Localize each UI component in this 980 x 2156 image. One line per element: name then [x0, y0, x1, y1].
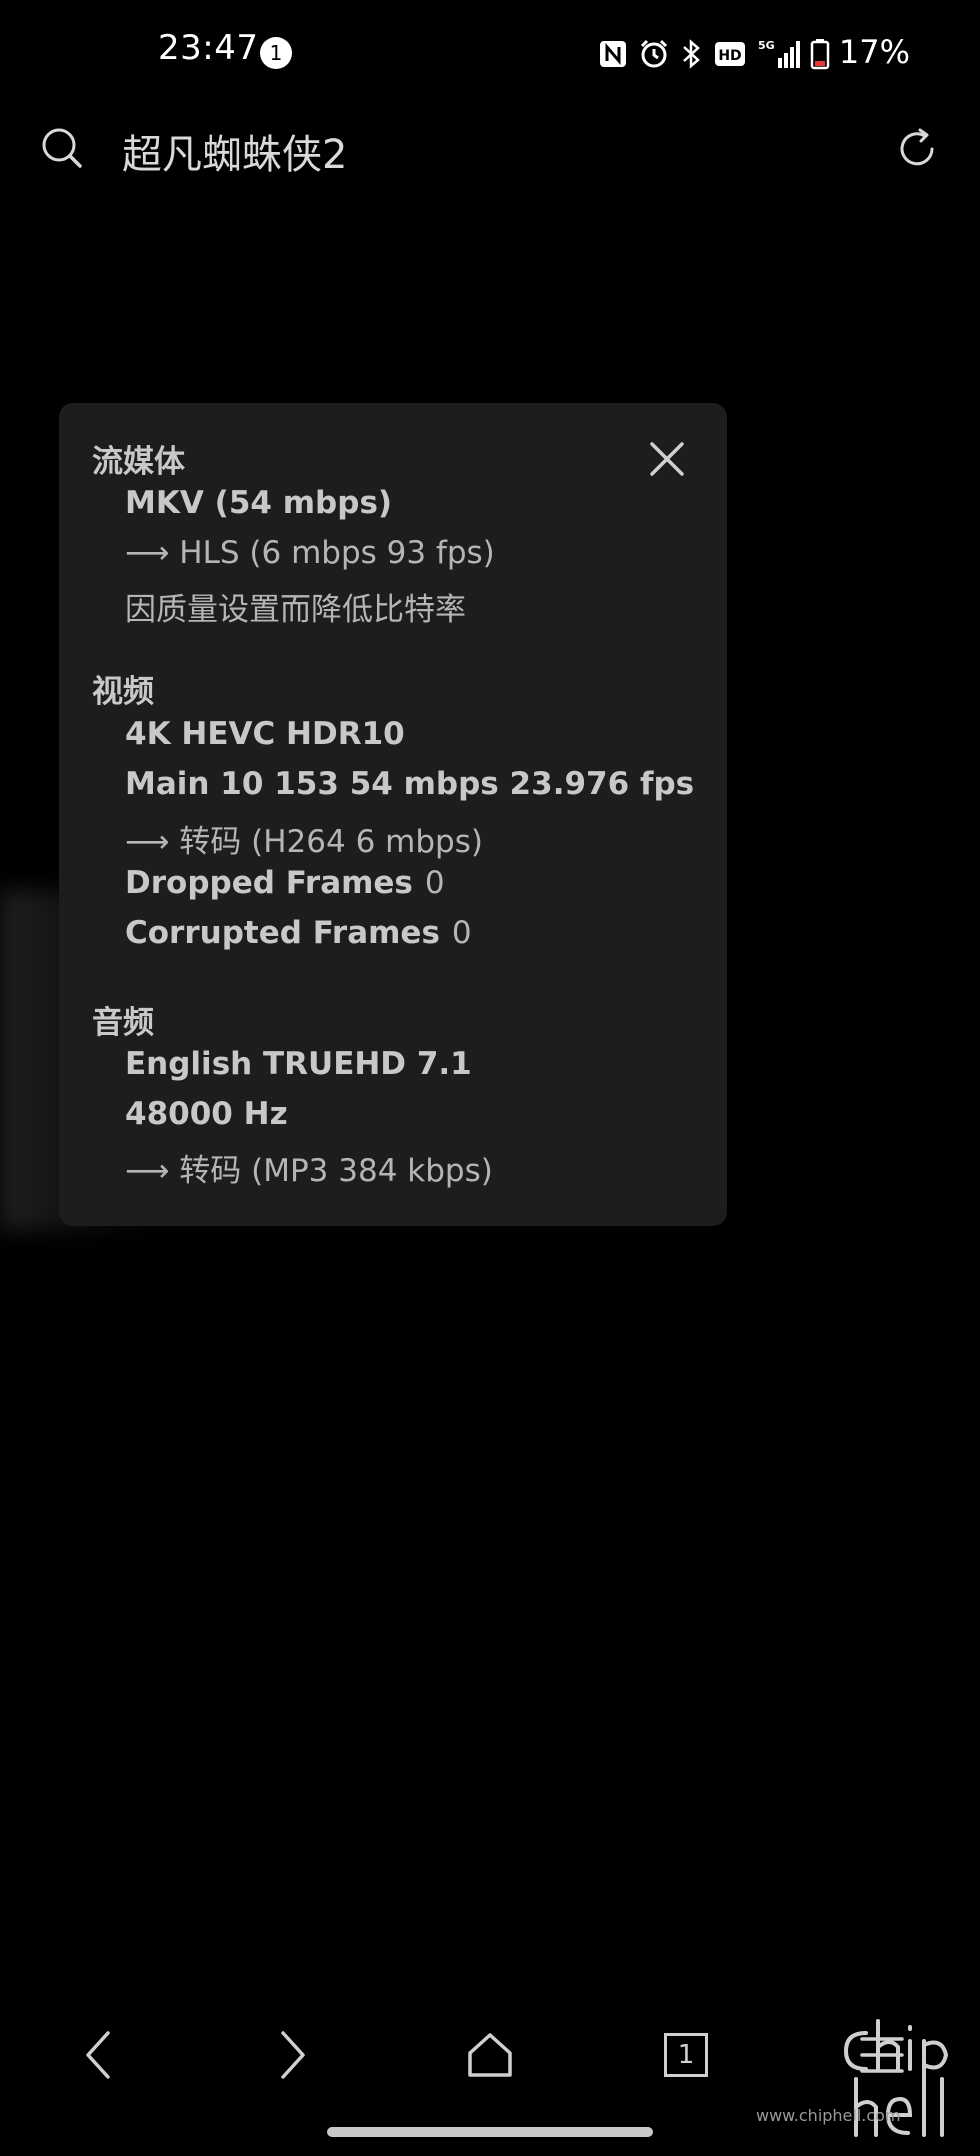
top-bar: 超凡蜘蛛侠2: [0, 110, 980, 190]
dropped-frames-value: 0: [424, 865, 445, 901]
bottom-nav: 1: [0, 2005, 980, 2095]
video-transcode: ⟶ 转码 (H264 6 mbps): [125, 824, 483, 860]
network-label: 5G: [758, 39, 775, 52]
battery-percent: 17%: [838, 33, 910, 71]
refresh-button[interactable]: [892, 124, 942, 174]
forward-button[interactable]: [263, 2025, 323, 2085]
chevron-right-icon: [281, 2031, 305, 2079]
5g-signal-icon: 5G: [756, 38, 800, 70]
status-time: 23:47: [158, 28, 259, 68]
page-title: 超凡蜘蛛侠2: [122, 132, 348, 178]
home-icon: [468, 2033, 512, 2077]
streaming-section-title: 流媒体: [92, 444, 185, 480]
audio-track: English TRUEHD 7.1: [125, 1046, 472, 1082]
streaming-transcode: ⟶ HLS (6 mbps 93 fps): [125, 535, 495, 571]
dropped-frames-label: Dropped Frames: [125, 865, 413, 901]
home-button[interactable]: [460, 2025, 520, 2085]
streaming-note: 因质量设置而降低比特率: [125, 592, 466, 628]
dropped-frames-row: Dropped Frames 0: [125, 865, 445, 901]
audio-sample-rate: 48000 Hz: [125, 1096, 288, 1132]
search-button[interactable]: [38, 124, 88, 174]
screen: 23:47 1 HD 5G 17% 超凡蜘蛛侠2 流媒体 MKV (54 mbp…: [0, 0, 980, 2156]
battery-icon: [810, 38, 830, 70]
hd-label: HD: [718, 48, 741, 64]
close-button[interactable]: [645, 437, 689, 481]
watermark-url: www.chiphell.com: [756, 2106, 901, 2125]
audio-transcode: ⟶ 转码 (MP3 384 kbps): [125, 1153, 493, 1189]
chevron-left-icon: [86, 2031, 110, 2079]
corrupted-frames-row: Corrupted Frames 0: [125, 915, 472, 951]
video-format: 4K HEVC HDR10: [125, 716, 405, 752]
audio-section-title: 音频: [92, 1005, 154, 1041]
video-profile: Main 10 153 54 mbps 23.976 fps: [125, 766, 695, 802]
back-button[interactable]: [68, 2025, 128, 2085]
nfc-icon: [598, 39, 628, 69]
close-icon: [650, 442, 684, 476]
streaming-container: MKV (54 mbps): [125, 485, 393, 521]
status-icons: HD 5G: [598, 34, 830, 74]
bluetooth-icon: [680, 38, 704, 70]
status-bar: 23:47 1 HD 5G 17%: [0, 0, 980, 110]
gesture-bar[interactable]: [327, 2127, 653, 2137]
corrupted-frames-value: 0: [451, 915, 472, 951]
tabs-button[interactable]: 1: [656, 2025, 716, 2085]
hd-icon: HD: [714, 40, 746, 68]
playback-info-panel: 流媒体 MKV (54 mbps) ⟶ HLS (6 mbps 93 fps) …: [59, 403, 727, 1226]
notification-badge: 1: [260, 37, 292, 69]
corrupted-frames-label: Corrupted Frames: [125, 915, 440, 951]
tab-count: 1: [664, 2033, 708, 2077]
search-icon: [42, 128, 82, 168]
video-section-title: 视频: [92, 674, 154, 710]
refresh-icon: [900, 128, 934, 166]
alarm-icon: [638, 38, 670, 70]
